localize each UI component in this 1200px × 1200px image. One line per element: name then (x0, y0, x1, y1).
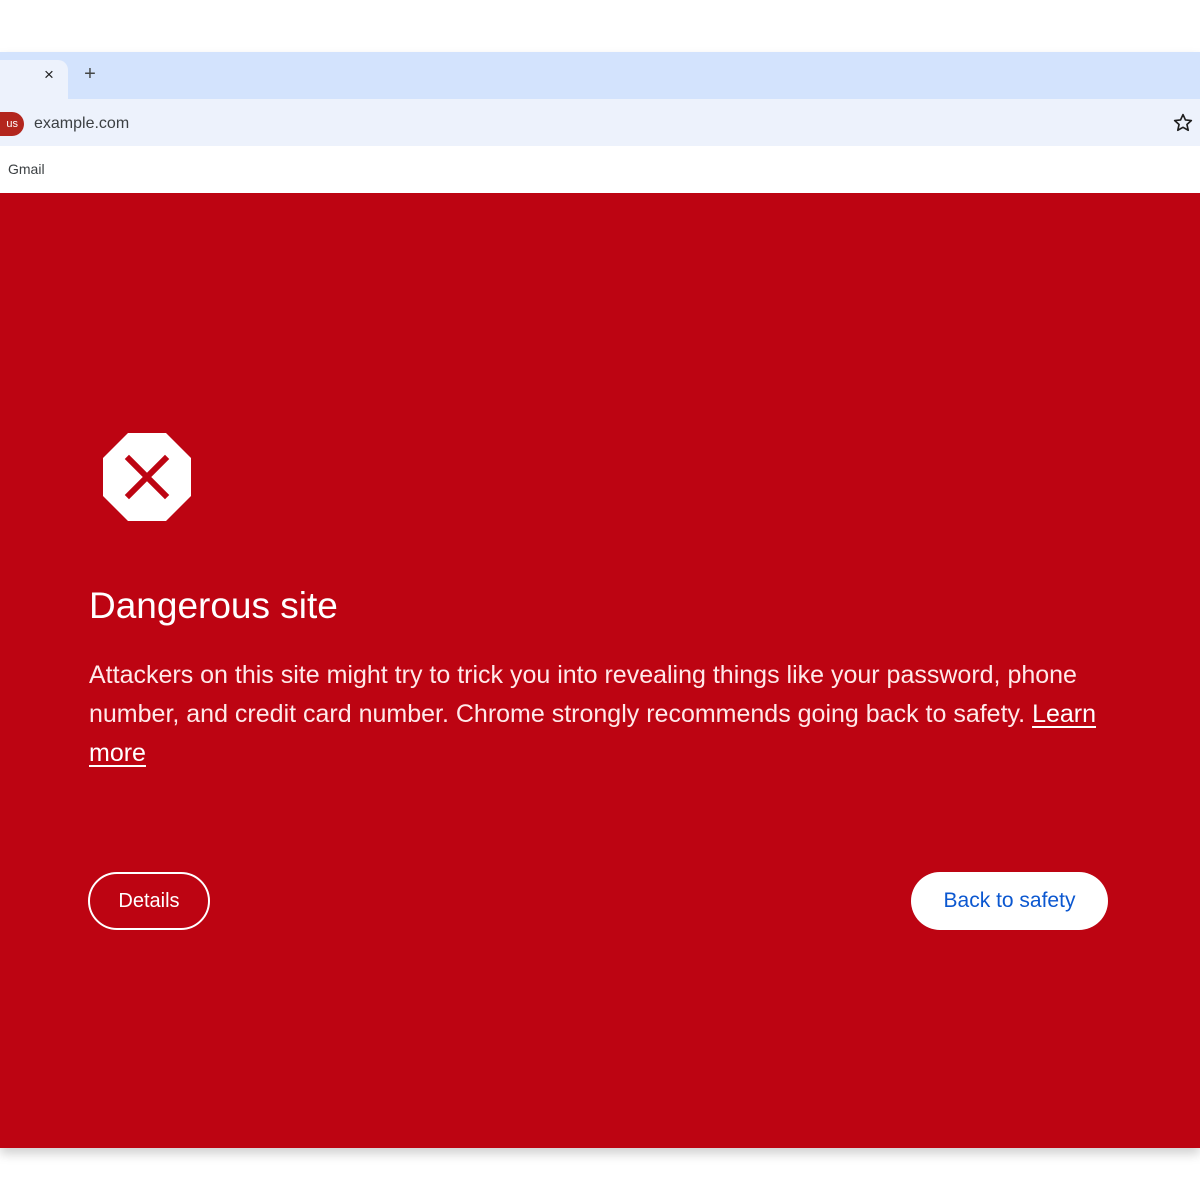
security-chip[interactable]: us (0, 112, 24, 136)
page: × + us example.com Gmail Dangerous site … (0, 0, 1200, 1200)
dangerous-site-interstitial: Dangerous site Attackers on this site mi… (0, 193, 1200, 1148)
tab-strip: × + (0, 52, 1200, 99)
warning-text: Attackers on this site might try to tric… (89, 661, 1077, 728)
warning-message: Attackers on this site might try to tric… (89, 656, 1119, 773)
details-button[interactable]: Details (88, 872, 210, 930)
danger-octagon-x-icon (103, 433, 191, 521)
url-text[interactable]: example.com (34, 114, 129, 134)
bookmark-gmail[interactable]: Gmail (8, 160, 45, 178)
close-icon[interactable]: × (40, 66, 58, 84)
omnibox[interactable]: us example.com (0, 103, 1200, 143)
active-tab[interactable]: × (0, 60, 68, 99)
page-title: Dangerous site (89, 585, 338, 626)
browser-window: × + us example.com Gmail Dangerous site … (0, 52, 1200, 1148)
plus-icon[interactable]: + (80, 64, 100, 84)
bookmarks-bar: Gmail (0, 146, 1200, 193)
star-outline-icon[interactable] (1172, 112, 1194, 134)
back-to-safety-button[interactable]: Back to safety (911, 872, 1108, 930)
toolbar: us example.com (0, 99, 1200, 146)
